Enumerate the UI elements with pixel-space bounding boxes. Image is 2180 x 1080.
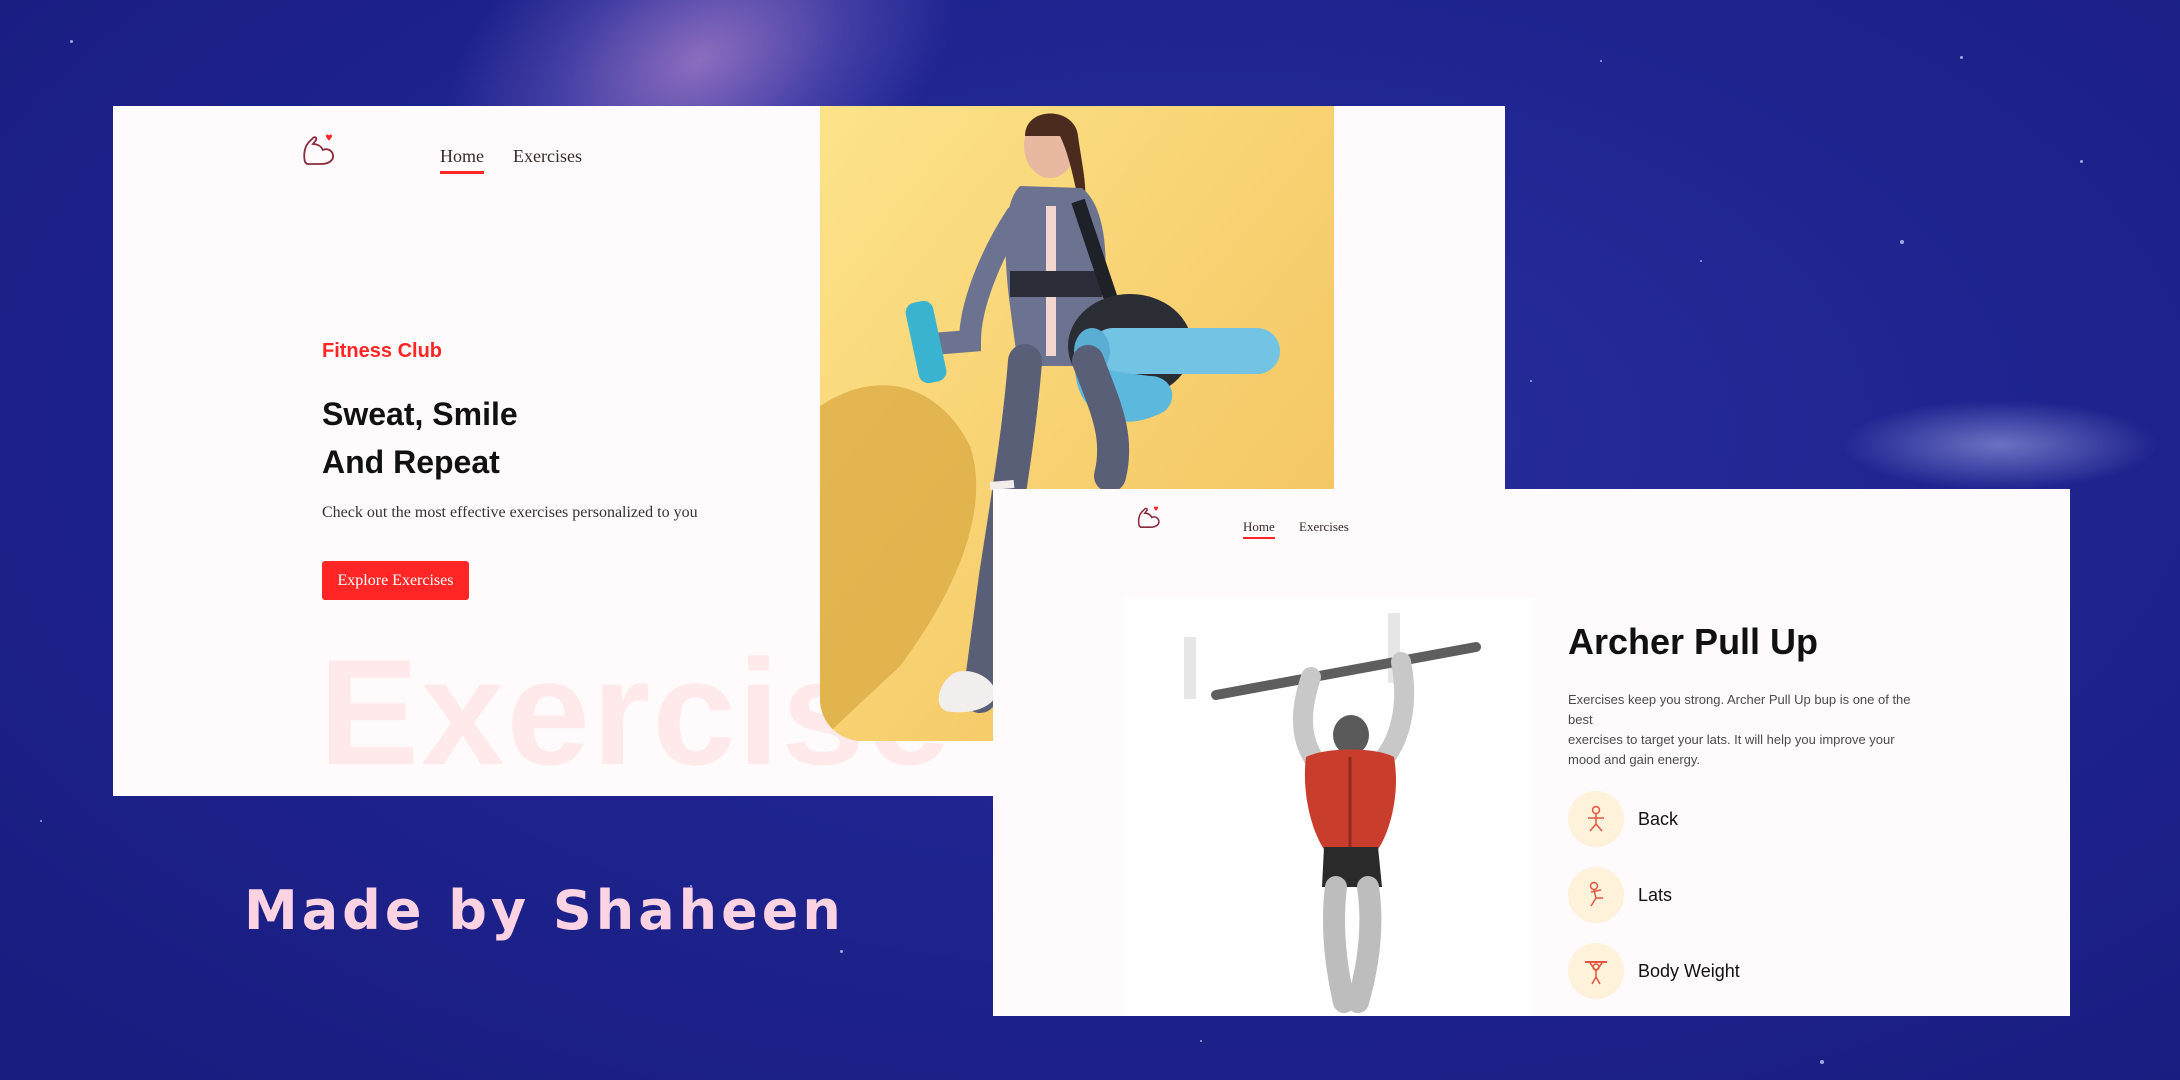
- exercise-description: Exercises keep you strong. Archer Pull U…: [1568, 690, 1948, 770]
- star: [1820, 1060, 1824, 1064]
- detail-label: Body Weight: [1638, 960, 1740, 981]
- star: [1530, 380, 1532, 382]
- detail-equipment: Body Weight: [1568, 943, 1740, 999]
- explore-exercises-button[interactable]: Explore Exercises: [322, 561, 469, 600]
- nav-home-link[interactable]: Home: [440, 146, 484, 174]
- exercise-gif: [1126, 597, 1534, 1016]
- exercise-description-line-2: best: [1568, 712, 1593, 727]
- detail-label: Lats: [1638, 884, 1673, 905]
- equipment-icon: [1568, 943, 1624, 999]
- hero-headline: Sweat, Smile And Repeat: [322, 390, 518, 486]
- hero-headline-line-2: And Repeat: [322, 444, 500, 480]
- star: [40, 820, 42, 822]
- star: [70, 40, 73, 43]
- nav-exercises-link[interactable]: Exercises: [513, 146, 582, 167]
- star: [2080, 160, 2083, 163]
- nav-home-link[interactable]: Home: [1243, 519, 1275, 539]
- archer-pull-up-illustration: [1184, 613, 1481, 1013]
- exercise-detail-screenshot: Home Exercises Archer Pull Up Exercises …: [993, 489, 2070, 1016]
- star: [1700, 260, 1702, 262]
- star: [840, 950, 843, 953]
- exercise-title: Archer Pull Up: [1568, 621, 1819, 662]
- flexed-arm-logo-icon[interactable]: [299, 128, 339, 168]
- detail-target-muscle: Lats: [1568, 867, 1672, 923]
- star: [1960, 56, 1963, 59]
- hero-kicker: Fitness Club: [322, 340, 443, 362]
- exercise-description-line-1: Exercises keep you strong. Archer Pull U…: [1568, 692, 1911, 707]
- flexed-arm-logo-icon[interactable]: [1135, 502, 1163, 530]
- exercise-description-line-3: exercises to target your lats. It will h…: [1568, 732, 1895, 747]
- hero-headline-line-1: Sweat, Smile: [322, 396, 518, 432]
- detail-body-part: Back: [1568, 791, 1678, 847]
- star: [1900, 240, 1904, 244]
- nav-exercises-link[interactable]: Exercises: [1299, 519, 1349, 535]
- backdrop-glow-right: [1840, 400, 2160, 490]
- star: [1600, 60, 1602, 62]
- star: [1200, 1040, 1202, 1042]
- detail-label: Back: [1638, 808, 1679, 829]
- target-icon: [1568, 867, 1624, 923]
- body-part-icon: [1568, 791, 1624, 847]
- author-credit: Made by Shaheen: [244, 879, 845, 942]
- hero-subtitle: Check out the most effective exercises p…: [322, 504, 698, 521]
- exercise-description-line-4: mood and gain energy.: [1568, 752, 1701, 767]
